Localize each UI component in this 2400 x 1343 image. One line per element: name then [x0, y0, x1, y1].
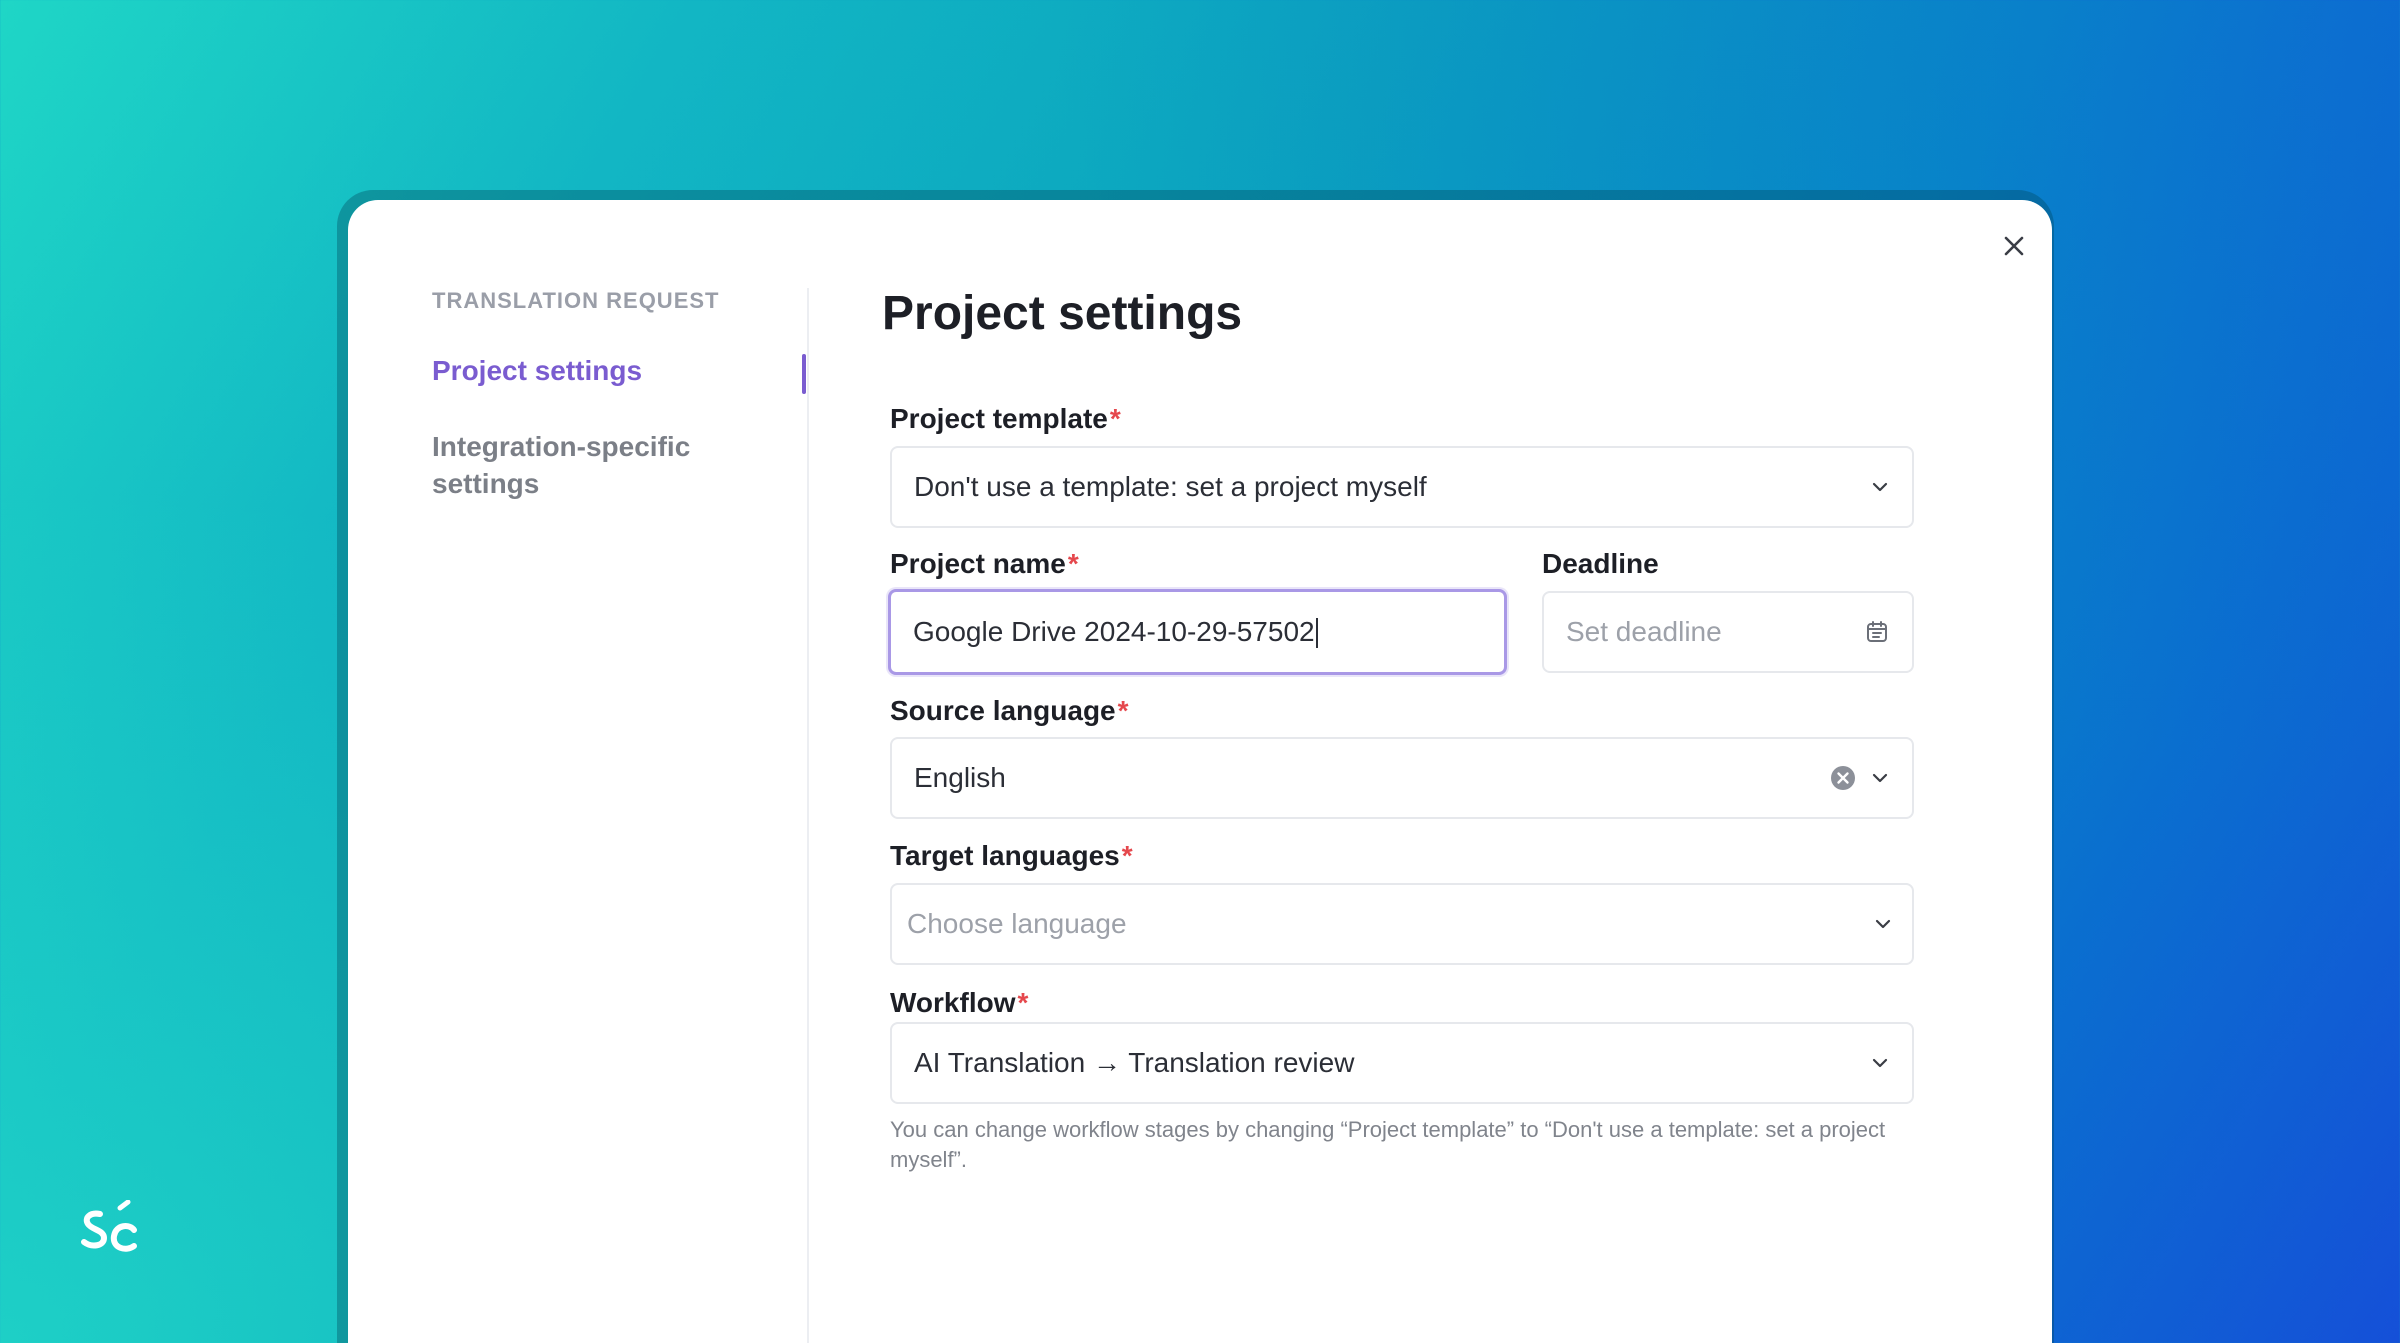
calendar-icon[interactable]: [1864, 619, 1890, 645]
sidebar: TRANSLATION REQUEST Project settings Int…: [432, 288, 792, 502]
sidebar-item-label-line2: settings: [432, 468, 540, 499]
required-marker: *: [1117, 695, 1129, 726]
sidebar-divider: [807, 288, 809, 1343]
required-marker: *: [1109, 403, 1121, 434]
page-title: Project settings: [882, 287, 1243, 340]
project-template-select[interactable]: Don't use a template: set a project myse…: [890, 446, 1914, 528]
target-languages-label-text: Target languages: [890, 840, 1120, 871]
project-name-value-wrap: Google Drive 2024-10-29-57502: [913, 616, 1482, 649]
project-template-label: Project template*: [890, 403, 1121, 435]
workflow-label-text: Workflow: [890, 987, 1016, 1018]
sidebar-item-integration-settings[interactable]: Integration-specific settings: [432, 428, 792, 502]
workflow-value: AI Translation → Translation review: [914, 1047, 1355, 1078]
project-name-input[interactable]: Google Drive 2024-10-29-57502: [888, 589, 1507, 675]
clear-icon[interactable]: [1830, 765, 1856, 791]
sidebar-item-project-settings[interactable]: Project settings: [432, 352, 792, 389]
text-cursor: [1315, 618, 1318, 649]
project-name-label-text: Project name: [890, 548, 1066, 579]
project-name-label: Project name*: [890, 548, 1079, 580]
chevron-down-icon: [1873, 914, 1893, 934]
sidebar-item-label-line1: Integration-specific: [432, 431, 691, 462]
workflow-select[interactable]: AI Translation → Translation review: [890, 1022, 1914, 1104]
smartcat-logo-icon: [81, 1200, 137, 1252]
close-icon: [2004, 236, 2024, 256]
source-language-value: English: [914, 762, 1006, 793]
required-marker: *: [1017, 987, 1029, 1018]
source-language-label: Source language*: [890, 695, 1129, 727]
target-languages-select[interactable]: Choose language: [890, 883, 1914, 965]
chevron-down-icon: [1870, 1053, 1890, 1073]
workflow-hint: You can change workflow stages by changi…: [890, 1117, 1886, 1172]
active-nav-indicator: [802, 354, 806, 394]
deadline-placeholder: Set deadline: [1566, 616, 1722, 647]
chevron-down-icon: [1870, 768, 1890, 788]
source-language-label-text: Source language: [890, 695, 1116, 726]
source-language-select[interactable]: English: [890, 737, 1914, 819]
workflow-label: Workflow*: [890, 987, 1028, 1019]
deadline-input[interactable]: Set deadline: [1542, 591, 1914, 673]
target-languages-placeholder: Choose language: [907, 908, 1127, 939]
project-template-label-text: Project template: [890, 403, 1108, 434]
close-button[interactable]: [1993, 225, 2035, 267]
project-name-value: Google Drive 2024-10-29-57502: [913, 615, 1315, 647]
required-marker: *: [1121, 840, 1133, 871]
chevron-down-icon: [1870, 477, 1890, 497]
sidebar-heading: TRANSLATION REQUEST: [432, 288, 720, 313]
deadline-label: Deadline: [1542, 548, 1659, 579]
target-languages-label: Target languages*: [890, 840, 1133, 872]
required-marker: *: [1067, 548, 1079, 579]
project-template-value: Don't use a template: set a project myse…: [914, 471, 1427, 502]
